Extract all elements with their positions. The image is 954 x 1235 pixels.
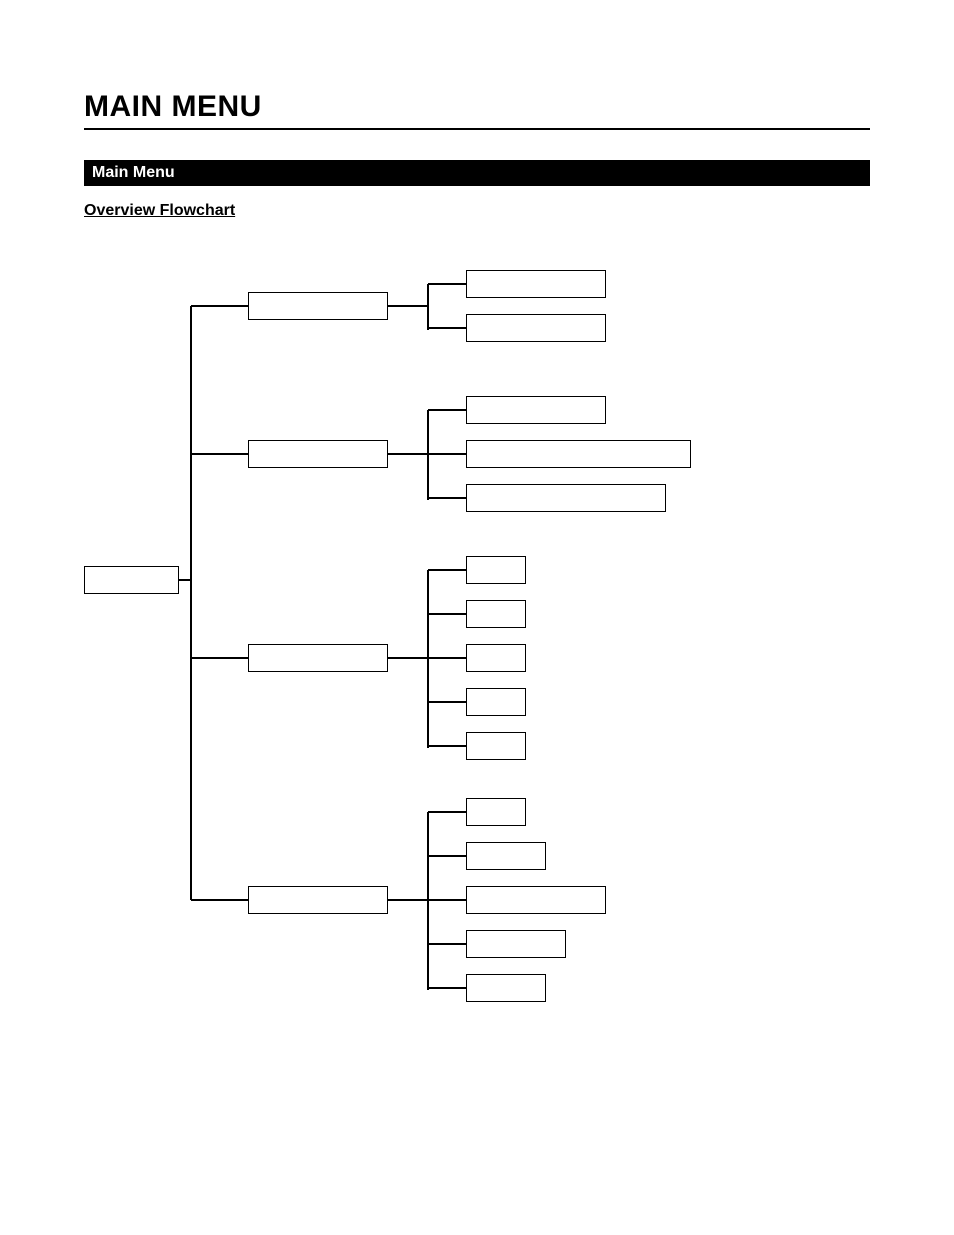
flowchart-leaf-node: [466, 396, 606, 424]
connector: [428, 613, 466, 615]
flowchart-leaf-node: [466, 484, 666, 512]
flowchart-leaf-node: [466, 270, 606, 298]
connector: [428, 453, 466, 455]
flowchart-leaf-node: [466, 886, 606, 914]
flowchart-leaf-node: [466, 732, 526, 760]
flowchart-leaf-node: [466, 644, 526, 672]
page-title: MAIN MENU: [84, 90, 870, 124]
flowchart: [84, 200, 870, 1100]
connector: [238, 453, 248, 455]
flowchart-leaf-node: [466, 798, 526, 826]
flowchart-leaf-node: [466, 600, 526, 628]
flowchart-branch-node: [248, 886, 388, 914]
connector: [428, 283, 466, 285]
connector: [428, 327, 466, 329]
connector: [427, 410, 429, 500]
connector: [238, 899, 248, 901]
connector: [388, 657, 428, 659]
connector: [388, 453, 428, 455]
connector: [388, 305, 428, 307]
flowchart-leaf-node: [466, 688, 526, 716]
flowchart-branch-node: [248, 440, 388, 468]
connector: [428, 701, 466, 703]
connector: [428, 497, 466, 499]
flowchart-leaf-node: [466, 440, 691, 468]
flowchart-leaf-node: [466, 930, 566, 958]
connector: [428, 409, 466, 411]
connector: [428, 569, 466, 571]
document-page: MAIN MENU Main Menu Overview Flowchart: [0, 0, 954, 1235]
flowchart-branch-node: [248, 292, 388, 320]
connector: [238, 657, 248, 659]
flowchart-leaf-node: [466, 842, 546, 870]
connector: [428, 987, 466, 989]
connector: [191, 899, 238, 901]
connector: [428, 811, 466, 813]
section-bar: Main Menu: [84, 160, 870, 186]
connector: [428, 899, 466, 901]
connector: [428, 657, 466, 659]
connector: [190, 306, 192, 900]
connector: [191, 305, 238, 307]
connector: [238, 305, 248, 307]
connector: [428, 745, 466, 747]
title-rule: [84, 128, 870, 130]
connector: [428, 943, 466, 945]
connector: [191, 453, 238, 455]
connector: [427, 812, 429, 990]
flowchart-branch-node: [248, 644, 388, 672]
connector: [388, 899, 428, 901]
connector: [191, 657, 238, 659]
connector: [427, 570, 429, 748]
flowchart-leaf-node: [466, 556, 526, 584]
flowchart-leaf-node: [466, 974, 546, 1002]
connector: [427, 284, 429, 330]
connector: [428, 855, 466, 857]
flowchart-leaf-node: [466, 314, 606, 342]
flowchart-root-node: [84, 566, 179, 594]
